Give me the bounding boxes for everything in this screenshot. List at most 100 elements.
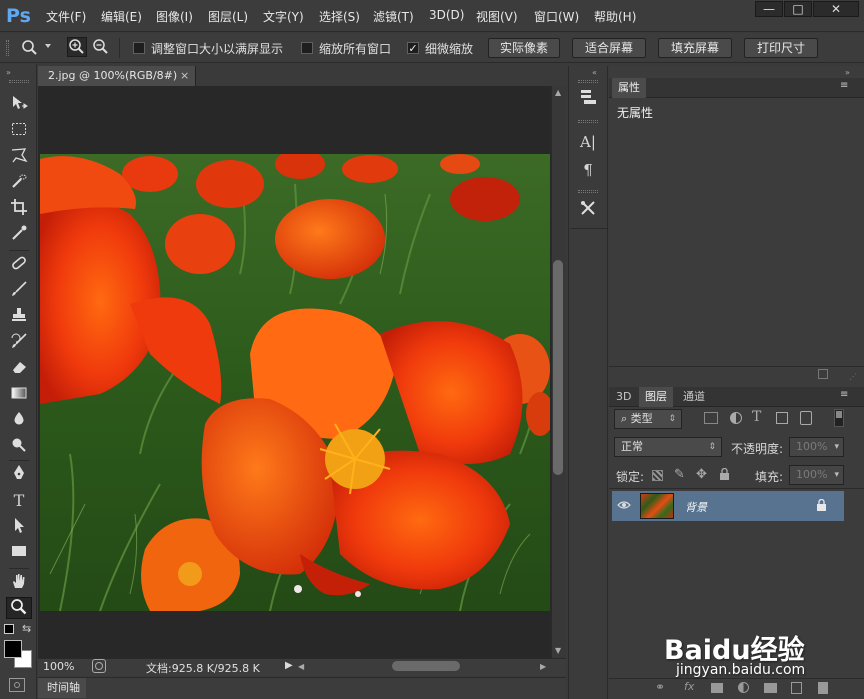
menu-layer[interactable]: 图层(L) xyxy=(208,8,248,26)
zoom-level[interactable]: 100% xyxy=(43,660,74,673)
blur-tool-icon[interactable] xyxy=(6,410,32,432)
healing-brush-tool-icon[interactable] xyxy=(6,254,32,276)
brush-tool-icon[interactable] xyxy=(6,280,32,302)
path-selection-tool-icon[interactable] xyxy=(6,516,32,538)
shape-layer-filter-icon[interactable] xyxy=(776,412,788,424)
lock-position-icon[interactable]: ✥ xyxy=(696,467,707,482)
layer-name[interactable]: 背景 xyxy=(685,499,707,515)
status-info-icon[interactable] xyxy=(92,659,106,673)
zoom-out-icon[interactable] xyxy=(91,37,111,57)
dock-grip[interactable] xyxy=(578,120,598,123)
link-layers-icon[interactable]: ⚭ xyxy=(655,680,665,694)
blend-mode-dropdown[interactable]: 正常 ⇕ xyxy=(614,437,722,457)
lock-transparent-pixels-icon[interactable] xyxy=(652,470,663,481)
default-colors-icon[interactable] xyxy=(4,624,14,634)
dock-grip[interactable] xyxy=(578,190,598,193)
hand-tool-icon[interactable] xyxy=(6,572,32,594)
eyedropper-tool-icon[interactable] xyxy=(6,224,32,246)
pen-tool-icon[interactable] xyxy=(6,464,32,486)
layer-style-icon[interactable]: fx xyxy=(684,680,694,693)
new-group-icon[interactable] xyxy=(764,683,777,693)
scroll-right-arrow-icon[interactable]: ▶ xyxy=(540,662,546,671)
menu-image[interactable]: 图像(I) xyxy=(156,8,193,26)
menu-window[interactable]: 窗口(W) xyxy=(534,8,579,26)
lasso-tool-icon[interactable] xyxy=(6,146,32,168)
lock-image-pixels-icon[interactable]: ✎ xyxy=(674,467,685,482)
menu-help[interactable]: 帮助(H) xyxy=(594,8,636,26)
tab-layers[interactable]: 图层 xyxy=(639,387,673,407)
rectangle-tool-icon[interactable] xyxy=(6,542,32,564)
lock-all-icon[interactable] xyxy=(719,467,730,480)
history-brush-tool-icon[interactable] xyxy=(6,332,32,354)
zoom-tool-preset-icon[interactable] xyxy=(20,38,40,58)
panel-menu-icon[interactable]: ≡ xyxy=(840,80,848,91)
collapse-panels-icon[interactable]: » xyxy=(845,68,850,77)
status-menu-arrow-icon[interactable]: ▶ xyxy=(285,660,293,671)
menu-view[interactable]: 视图(V) xyxy=(476,8,518,26)
scrubby-zoom-checkbox[interactable]: ✓ xyxy=(407,42,419,54)
opacity-input[interactable]: 100% ▾ xyxy=(789,437,844,457)
minimize-button[interactable]: — xyxy=(755,1,783,17)
marquee-tool-icon[interactable] xyxy=(6,120,32,142)
clone-stamp-tool-icon[interactable] xyxy=(6,306,32,328)
scroll-down-arrow-icon[interactable]: ▼ xyxy=(555,646,561,655)
dock-grip[interactable] xyxy=(578,80,598,83)
add-mask-icon[interactable] xyxy=(711,683,723,693)
filter-toggle[interactable] xyxy=(834,409,844,427)
tool-presets-icon[interactable] xyxy=(576,199,600,223)
resize-windows-checkbox[interactable] xyxy=(133,42,145,54)
toolbar-grip[interactable] xyxy=(9,80,29,83)
move-tool-icon[interactable] xyxy=(6,94,32,116)
menu-edit[interactable]: 编辑(E) xyxy=(101,8,142,26)
close-tab-icon[interactable]: × xyxy=(180,66,189,86)
resize-grip-icon[interactable]: ⋰ xyxy=(849,372,857,381)
eye-icon[interactable] xyxy=(617,499,631,514)
vertical-scrollbar-thumb[interactable] xyxy=(553,260,563,475)
scroll-left-arrow-icon[interactable]: ◀ xyxy=(298,662,304,671)
menu-filter[interactable]: 滤镜(T) xyxy=(373,8,414,26)
tab-properties[interactable]: 属性 xyxy=(612,78,646,98)
swap-colors-icon[interactable]: ⇆ xyxy=(22,622,31,635)
menu-type[interactable]: 文字(Y) xyxy=(263,8,304,26)
close-window-button[interactable]: ✕ xyxy=(813,1,859,17)
actual-pixels-button[interactable]: 实际像素 xyxy=(488,38,560,58)
scroll-up-arrow-icon[interactable]: ▲ xyxy=(555,88,561,97)
character-panel-icon[interactable]: A| xyxy=(576,130,600,154)
zoom-all-windows-checkbox[interactable] xyxy=(301,42,313,54)
paragraph-panel-icon[interactable]: ¶ xyxy=(576,158,600,182)
smart-object-filter-icon[interactable] xyxy=(800,411,812,425)
layers-panel-menu-icon[interactable]: ≡ xyxy=(840,389,848,400)
collapse-toolbar-icon[interactable]: » xyxy=(6,68,11,77)
type-tool-icon[interactable]: T xyxy=(6,490,32,512)
expand-dock-icon[interactable]: « xyxy=(592,68,597,77)
fill-input[interactable]: 100% ▾ xyxy=(789,465,844,485)
menu-3d[interactable]: 3D(D) xyxy=(429,8,464,26)
layer-filter-dropdown[interactable]: ⌕ 类型 ⇕ xyxy=(614,409,682,429)
zoom-in-icon[interactable] xyxy=(67,37,87,57)
maximize-button[interactable]: □ xyxy=(784,1,812,17)
crop-tool-icon[interactable] xyxy=(6,198,32,220)
quick-mask-icon[interactable] xyxy=(9,678,25,692)
history-panel-icon[interactable] xyxy=(576,88,600,112)
zoom-tool-icon[interactable] xyxy=(6,597,32,619)
menu-select[interactable]: 选择(S) xyxy=(319,8,360,26)
chevron-down-icon[interactable] xyxy=(45,44,51,48)
delete-layer-icon[interactable] xyxy=(818,682,828,694)
print-size-button[interactable]: 打印尺寸 xyxy=(744,38,818,58)
new-layer-icon[interactable] xyxy=(791,682,802,694)
fit-screen-button[interactable]: 适合屏幕 xyxy=(572,38,646,58)
menu-file[interactable]: 文件(F) xyxy=(46,8,86,26)
tab-3d[interactable]: 3D xyxy=(610,387,637,407)
tab-channels[interactable]: 通道 xyxy=(677,387,711,407)
new-adjustment-layer-icon[interactable] xyxy=(738,682,749,693)
eraser-tool-icon[interactable] xyxy=(6,358,32,380)
gradient-tool-icon[interactable] xyxy=(6,384,32,406)
pixel-layer-filter-icon[interactable] xyxy=(704,412,718,424)
foreground-color-swatch[interactable] xyxy=(4,640,22,658)
document-image[interactable] xyxy=(40,154,550,611)
quick-selection-tool-icon[interactable] xyxy=(6,172,32,194)
horizontal-scrollbar-thumb[interactable] xyxy=(392,661,460,671)
type-layer-filter-icon[interactable]: T xyxy=(752,409,761,425)
timeline-tab[interactable]: 时间轴 xyxy=(38,678,86,698)
options-grip[interactable] xyxy=(6,40,9,56)
